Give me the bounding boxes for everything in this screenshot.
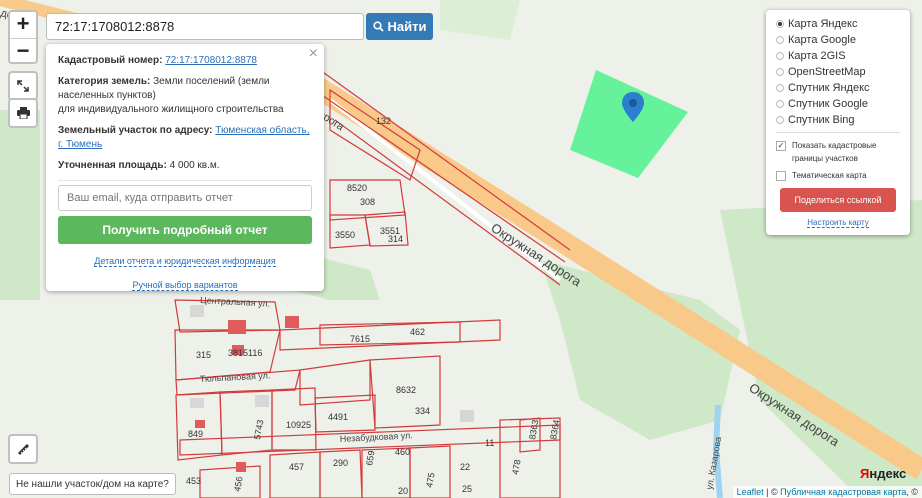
green-area (0, 110, 40, 300)
radio[interactable] (776, 116, 784, 124)
radio[interactable] (776, 52, 784, 60)
layer-option-google-map[interactable]: Карта Google (776, 32, 900, 48)
radio-selected[interactable] (776, 20, 784, 28)
search-icon (372, 21, 384, 32)
radio[interactable] (776, 84, 784, 92)
area-value: 4 000 кв.м. (169, 160, 220, 171)
parcel-number: 8520 (347, 183, 367, 193)
parcel-number: 8632 (396, 385, 416, 395)
show-boundaries-toggle[interactable]: ✓ Показать кадастровые границы участков (776, 139, 900, 165)
area-row: Уточненная площадь: 4 000 кв.м. (58, 159, 312, 173)
parcel-number: 308 (360, 197, 375, 207)
fullscreen-button[interactable] (8, 71, 38, 101)
search-button-label: Найти (387, 19, 427, 34)
printer-icon (16, 107, 30, 119)
layer-option-label: Спутник Google (788, 98, 868, 110)
parcel-number: 11 (485, 438, 494, 448)
parcel-number: 4491 (328, 412, 348, 422)
parcel-number: 462 (410, 327, 425, 337)
ruler-button[interactable] (8, 434, 38, 464)
parcel-number: 290 (333, 458, 348, 468)
layer-option-osm[interactable]: OpenStreetMap (776, 64, 900, 80)
address-label: Земельный участок по адресу: (58, 125, 213, 136)
show-boundaries-label: Показать кадастровые границы участков (792, 141, 877, 163)
divider (58, 180, 312, 181)
get-report-button[interactable]: Получить подробный отчет (58, 216, 312, 244)
zoom-out-button[interactable]: − (10, 38, 36, 65)
address-row: Земельный участок по адресу: Тюменская о… (58, 124, 312, 152)
email-field[interactable] (58, 185, 312, 211)
setup-map-row: Настроить карту (776, 218, 900, 228)
parcel-number: 3550 (335, 230, 355, 240)
parcel-number: 460 (395, 447, 410, 457)
land-category-label: Категория земель: (58, 76, 151, 87)
parcel-number: 314 (388, 234, 403, 244)
divider (776, 132, 900, 133)
pkk-link[interactable]: Публичная кадастровая карта (780, 487, 906, 497)
layer-option-label: Карта Google (788, 34, 856, 46)
ruler-icon (17, 443, 29, 455)
parcel-number: 116 (248, 348, 262, 358)
parcel-number: 10925 (286, 420, 311, 430)
parcel-number: 334 (415, 406, 430, 416)
search-input[interactable] (46, 13, 364, 40)
share-link-button[interactable]: Поделиться ссылкой (780, 188, 896, 212)
search-button[interactable]: Найти (366, 13, 433, 40)
thematic-map-toggle[interactable]: Тематическая карта (776, 169, 900, 182)
parcel-number: 22 (460, 462, 470, 472)
land-category-row: Категория земель: Земли поселений (земли… (58, 75, 312, 117)
layer-option-label: Спутник Яндекс (788, 82, 870, 94)
manual-selection-link[interactable]: Ручной выбор вариантов (132, 280, 238, 291)
layer-option-yandex-satellite[interactable]: Спутник Яндекс (776, 80, 900, 96)
parcel-number: 20 (398, 486, 408, 496)
checkbox-checked[interactable]: ✓ (776, 141, 786, 151)
print-button[interactable] (8, 98, 38, 128)
parcel-number: 849 (188, 429, 203, 439)
layer-option-label: Карта Яндекс (788, 18, 858, 30)
area-label: Уточненная площадь: (58, 160, 167, 171)
layers-panel: Карта Яндекс Карта Google Карта 2GIS Ope… (766, 10, 910, 235)
parcel-number: 25 (462, 484, 472, 494)
land-use-value: для индивидуального жилищного строительс… (58, 104, 284, 115)
layer-option-label: OpenStreetMap (788, 66, 866, 78)
layer-option-bing-satellite[interactable]: Спутник Bing (776, 112, 900, 128)
radio[interactable] (776, 36, 784, 44)
yandex-logo: Яндекс (860, 466, 906, 481)
attribution-separator: | © (763, 487, 781, 497)
parcel-number: 7615 (350, 334, 370, 344)
manual-link-row: Ручной выбор вариантов (58, 278, 312, 292)
cadastral-number-label: Кадастровый номер: (58, 55, 163, 66)
zoom-control: + − (8, 10, 38, 64)
attribution-tail: , © (906, 487, 918, 497)
not-found-button[interactable]: Не нашли участок/дом на карте? (9, 473, 176, 495)
expand-icon (17, 80, 29, 92)
layer-option-label: Спутник Bing (788, 114, 855, 126)
parcel-number: 457 (289, 462, 304, 472)
radio[interactable] (776, 100, 784, 108)
parcel-number: 453 (186, 476, 201, 486)
details-link-row: Детали отчета и юридическая информация (58, 254, 312, 268)
layer-option-2gis-map[interactable]: Карта 2GIS (776, 48, 900, 64)
layer-option-google-satellite[interactable]: Спутник Google (776, 96, 900, 112)
close-icon[interactable]: × (309, 46, 318, 62)
details-link[interactable]: Детали отчета и юридическая информация (94, 256, 276, 267)
cadastral-number-row: Кадастровый номер: 72:17:1708012:8878 (58, 54, 312, 68)
layer-option-yandex-map[interactable]: Карта Яндекс (776, 16, 900, 32)
checkbox[interactable] (776, 171, 786, 181)
parcel-info-popup: × Кадастровый номер: 72:17:1708012:8878 … (46, 44, 324, 291)
setup-map-link[interactable]: Настроить карту (807, 218, 869, 228)
radio[interactable] (776, 68, 784, 76)
yandex-logo-red: Я (860, 466, 870, 481)
parcel-number: 3815 (228, 348, 248, 358)
leaflet-link[interactable]: Leaflet (737, 487, 764, 497)
thematic-map-label: Тематическая карта (792, 171, 867, 180)
parcel-number: 132 (376, 116, 391, 126)
parcel-number: 315 (196, 350, 211, 360)
map-attribution: Leaflet | © Публичная кадастровая карта,… (732, 486, 922, 498)
cadastral-number-link[interactable]: 72:17:1708012:8878 (165, 55, 257, 66)
zoom-in-button[interactable]: + (10, 12, 36, 38)
yandex-logo-black: ндекс (869, 466, 907, 481)
layer-option-label: Карта 2GIS (788, 50, 846, 62)
